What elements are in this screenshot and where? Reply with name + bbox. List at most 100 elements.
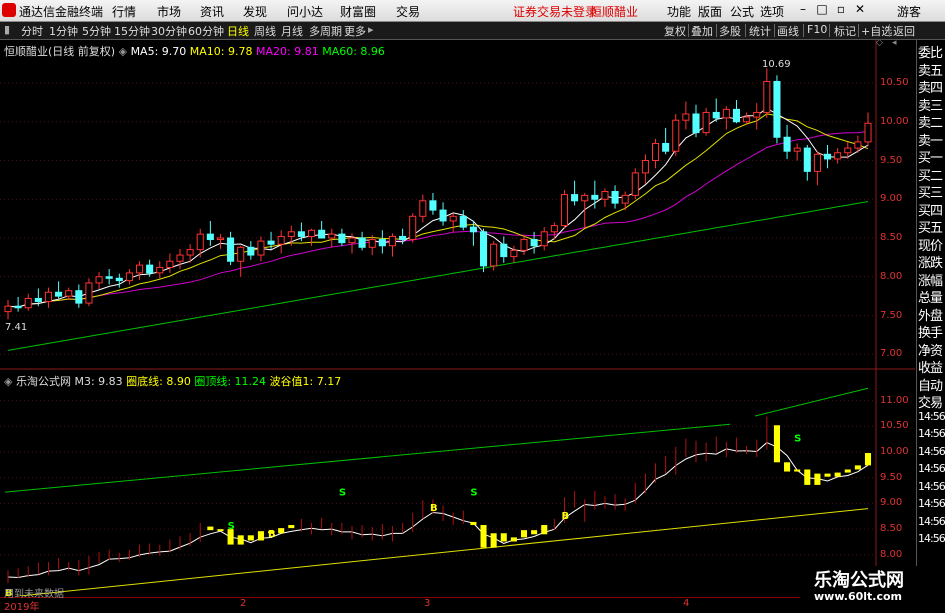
candle-body: [307, 229, 316, 237]
candle-body: [631, 172, 639, 196]
menu-item-news[interactable]: 资讯: [200, 3, 224, 20]
tab-30min[interactable]: 30分钟: [151, 23, 187, 39]
f10-button[interactable]: F10: [807, 23, 827, 36]
quote-panel-item: 买三: [918, 186, 943, 201]
quote-panel-item: 涨跌: [918, 256, 943, 271]
candle-body: [318, 229, 326, 239]
candle-body: [348, 237, 356, 244]
candle-body: [44, 291, 53, 303]
tab-more[interactable]: 更多: [344, 23, 366, 39]
candle-body: [662, 142, 670, 152]
tab-5min[interactable]: 5分钟: [82, 23, 111, 39]
more-dropdown-icon[interactable]: ▸: [368, 23, 374, 36]
multi-stock-button[interactable]: 多股: [719, 23, 741, 39]
signal-bar: [288, 525, 295, 529]
candle-body: [571, 194, 579, 202]
adjust-button[interactable]: 复权: [664, 23, 686, 39]
tab-multi-period[interactable]: 多周期: [309, 23, 342, 39]
menu-item-options[interactable]: 选项: [760, 3, 784, 20]
chart-menu-icon[interactable]: ◈: [119, 45, 127, 58]
candle-body: [560, 194, 569, 227]
candle-body: [24, 297, 32, 309]
chart-collapse-icon[interactable]: ◂: [892, 38, 897, 48]
indicator-menu-icon[interactable]: ◈: [4, 375, 12, 388]
quote-panel-item: 14:56: [918, 497, 945, 510]
price-axis-tick: 7.50: [880, 309, 903, 321]
tab-intraday[interactable]: 分时: [21, 23, 43, 39]
candle-body: [257, 240, 265, 256]
menu-item-discover[interactable]: 发现: [243, 3, 267, 20]
close-icon[interactable]: ✕: [852, 1, 868, 17]
mark-button[interactable]: 标记: [834, 23, 856, 39]
buy-signal-marker: B: [430, 503, 438, 514]
candle-body: [773, 80, 781, 138]
candle-body: [439, 209, 447, 222]
statistics-button[interactable]: 统计: [749, 23, 771, 39]
date-axis: 用到未来数据 2019年 2 3 4: [0, 589, 800, 613]
minimize-icon[interactable]: –: [795, 1, 811, 17]
menu-item-wealth[interactable]: 财富圈: [340, 3, 376, 20]
tab-weekly[interactable]: 周线: [254, 23, 276, 39]
candle-body: [287, 231, 295, 237]
menu-item-market-quotes[interactable]: 行情: [112, 3, 136, 20]
tab-60min[interactable]: 60分钟: [188, 23, 224, 39]
quote-panel-item: 净资: [918, 343, 943, 359]
menu-item-ask[interactable]: 问小达: [287, 3, 323, 20]
tab-15min[interactable]: 15分钟: [114, 23, 150, 39]
menu-item-trade[interactable]: 交易: [396, 3, 420, 20]
candle-body: [206, 233, 214, 241]
candle-body: [237, 246, 245, 262]
candle-body: [388, 235, 397, 247]
candle-body: [611, 191, 619, 204]
draw-line-button[interactable]: 画线: [777, 23, 799, 39]
signal-bar: [814, 473, 821, 485]
menu-item-market[interactable]: 市场: [157, 3, 181, 20]
buy-signal-marker: B: [561, 511, 569, 522]
candle-body: [409, 215, 417, 241]
legend-ma10: MA10: 9.78: [189, 45, 253, 58]
buy-signal-marker: B: [268, 529, 276, 540]
overlay-button[interactable]: 叠加: [691, 23, 713, 39]
toolbar-divider: [803, 24, 804, 37]
sell-signal-marker: S: [794, 434, 801, 445]
indicator-axis-tick: 9.50: [880, 471, 903, 483]
candle-body: [520, 239, 528, 251]
menu-item-formula[interactable]: 公式: [730, 3, 754, 20]
add-watchlist-button[interactable]: +自选: [861, 23, 892, 39]
restore-icon[interactable]: ▫: [833, 1, 849, 17]
indicator-title: 乐淘公式网: [15, 375, 71, 388]
candle-body: [469, 226, 477, 233]
candle-body: [490, 243, 498, 267]
tab-1min[interactable]: 1分钟: [49, 23, 78, 39]
chart-settings-icon[interactable]: ◇: [876, 38, 883, 48]
guest-button[interactable]: 游客: [897, 3, 921, 20]
tab-monthly[interactable]: 月线: [281, 23, 303, 39]
quote-panel-item: 交易: [918, 396, 943, 411]
maximize-icon[interactable]: □: [814, 1, 830, 17]
quote-panel-item: 14:56: [918, 532, 945, 545]
candle-body: [682, 113, 690, 121]
candle-body: [135, 264, 144, 274]
signal-bar: [541, 525, 548, 535]
menu-item-layout[interactable]: 版面: [698, 3, 722, 20]
quote-panel-item: 买二: [918, 168, 943, 184]
candle-body: [34, 297, 42, 303]
back-button[interactable]: 返回: [893, 23, 915, 39]
candle-body: [550, 225, 558, 233]
quote-panel-item: 卖一: [918, 133, 943, 149]
kline-chart[interactable]: SBSBSBSB 10.69 7.41 ◇ ◂: [0, 38, 915, 599]
price-axis-tick: 8.50: [880, 232, 903, 243]
menu-item-function[interactable]: 功能: [667, 3, 691, 20]
chart-area[interactable]: SBSBSBSB 10.69 7.41 ◇ ◂ 恒顺醋业(日线 前复权) ◈ M…: [0, 38, 915, 599]
toolbar-divider: [745, 24, 746, 37]
price-axis-tick: 7.00: [880, 348, 903, 360]
tab-daily[interactable]: 日线: [227, 23, 249, 39]
candle-body: [712, 111, 720, 119]
candle-body: [115, 277, 123, 282]
indicator-axis-tick: 8.00: [880, 548, 903, 560]
indicator-axis-tick: 8.50: [880, 523, 903, 535]
quote-panel-item: 买四: [918, 203, 943, 219]
toolbar-divider: [889, 24, 890, 37]
candle-body: [844, 147, 852, 154]
candle-body: [55, 291, 63, 297]
